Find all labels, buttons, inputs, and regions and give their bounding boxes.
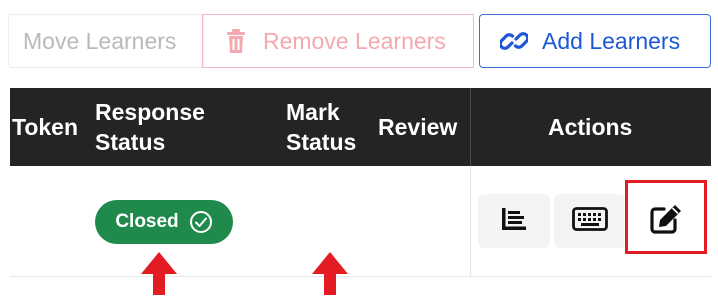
header-mark-line1: Mark <box>286 99 340 125</box>
header-actions: Actions <box>548 114 633 140</box>
status-badge: Closed <box>95 200 233 244</box>
red-arrow-icon <box>139 252 179 295</box>
table-row: Closed <box>10 166 711 277</box>
header-mark-line2: Status <box>286 129 357 155</box>
chart-lines-icon <box>499 205 529 238</box>
remove-learners-label: Remove Learners <box>263 27 446 54</box>
row-divider <box>470 166 471 276</box>
status-badge-label: Closed <box>115 211 179 232</box>
add-learners-button[interactable]: Add Learners <box>479 14 711 68</box>
header-review: Review <box>378 114 458 140</box>
keyboard-icon <box>572 206 608 237</box>
header-token: Token <box>12 114 79 140</box>
header-mark-status: Mark Status <box>286 97 356 157</box>
header-divider <box>470 88 471 166</box>
move-learners-label: Move Learners <box>23 27 177 54</box>
view-responses-button[interactable] <box>478 194 550 248</box>
remove-learners-button[interactable]: Remove Learners <box>202 14 474 68</box>
header-response-line1: Response <box>95 99 205 125</box>
check-circle-icon <box>189 210 213 234</box>
header-response-status: Response Status <box>95 97 205 157</box>
table-header: Token Response Status Mark Status Review… <box>10 88 711 166</box>
link-icon <box>500 28 528 54</box>
edit-highlight-box <box>625 180 707 254</box>
move-learners-button[interactable]: Move Learners <box>8 14 204 68</box>
keyboard-button[interactable] <box>554 194 626 248</box>
add-learners-label: Add Learners <box>542 27 681 54</box>
header-response-line2: Status <box>95 129 166 155</box>
red-arrow-icon <box>310 252 350 295</box>
trash-icon <box>225 28 247 54</box>
